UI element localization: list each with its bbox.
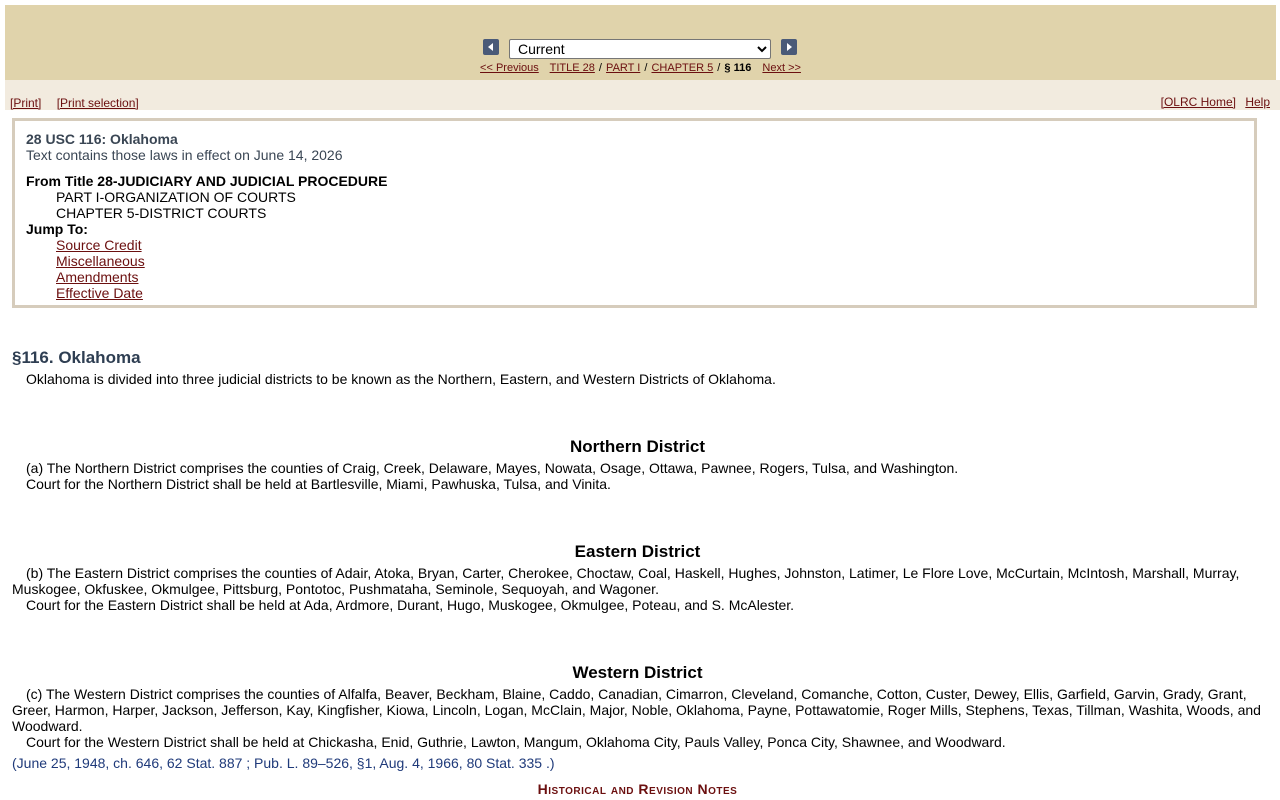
- arrow-right-icon: [787, 43, 792, 51]
- next-section-button[interactable]: [781, 39, 797, 55]
- previous-section-button[interactable]: [483, 39, 499, 55]
- jump-effective-date-link[interactable]: Effective Date: [56, 285, 143, 301]
- jump-source-credit-link[interactable]: Source Credit: [56, 237, 142, 253]
- jump-to-label: Jump To:: [26, 221, 88, 237]
- document-title: 28 USC 116: Oklahoma: [26, 131, 178, 147]
- breadcrumb-chapter-link[interactable]: CHAPTER 5: [651, 62, 713, 74]
- title-label: From Title 28-JUDICIARY AND JUDICIAL PRO…: [26, 173, 388, 189]
- olrc-home-link[interactable]: [OLRC Home]: [1161, 95, 1236, 109]
- jump-amendments-link[interactable]: Amendments: [56, 269, 138, 285]
- western-district-court: Court for the Western District shall be …: [26, 734, 1006, 750]
- print-selection-link[interactable]: [Print selection]: [57, 96, 139, 110]
- western-district-heading: Western District: [572, 663, 703, 682]
- jump-miscellaneous-link[interactable]: Miscellaneous: [56, 253, 145, 269]
- section-intro: Oklahoma is divided into three judicial …: [26, 371, 776, 387]
- eastern-district-counties: (b) The Eastern District comprises the c…: [12, 565, 1240, 597]
- navigation-bar: Current << Previous TITLE 28 / PART I / …: [5, 5, 1276, 80]
- breadcrumb-title-link[interactable]: TITLE 28: [550, 62, 595, 74]
- edition-select[interactable]: Current: [509, 39, 771, 59]
- northern-district-heading: Northern District: [569, 437, 706, 456]
- toolbar: [Print] [Print selection] [OLRC Home] He…: [5, 80, 1280, 110]
- breadcrumb-current: § 116: [724, 62, 752, 74]
- breadcrumb: << Previous TITLE 28 / PART I / CHAPTER …: [480, 62, 801, 74]
- help-link[interactable]: Help: [1245, 95, 1270, 109]
- document-info-box: 28 USC 116: Oklahoma Text contains those…: [12, 118, 1257, 308]
- next-link[interactable]: Next >>: [762, 62, 801, 74]
- chapter-label: CHAPTER 5-DISTRICT COURTS: [56, 205, 267, 221]
- arrow-left-icon: [488, 43, 493, 51]
- effective-date-note: Text contains those laws in effect on Ju…: [26, 147, 343, 163]
- breadcrumb-part-link[interactable]: PART I: [606, 62, 640, 74]
- western-district-counties: (c) The Western District comprises the c…: [12, 686, 1261, 734]
- northern-district-counties: (a) The Northern District comprises the …: [26, 460, 959, 476]
- source-credit: (June 25, 1948, ch. 646, 62 Stat. 887 ; …: [12, 755, 555, 771]
- section-heading: §116. Oklahoma: [12, 348, 141, 367]
- northern-district-court: Court for the Northern District shall be…: [26, 476, 611, 492]
- eastern-district-court: Court for the Eastern District shall be …: [26, 597, 795, 613]
- eastern-district-heading: Eastern District: [574, 542, 701, 561]
- print-link[interactable]: [Print]: [10, 96, 41, 110]
- historical-revision-notes-heading: Historical and Revision Notes: [537, 781, 738, 797]
- part-label: PART I-ORGANIZATION OF COURTS: [56, 189, 296, 205]
- previous-link[interactable]: << Previous: [480, 62, 539, 74]
